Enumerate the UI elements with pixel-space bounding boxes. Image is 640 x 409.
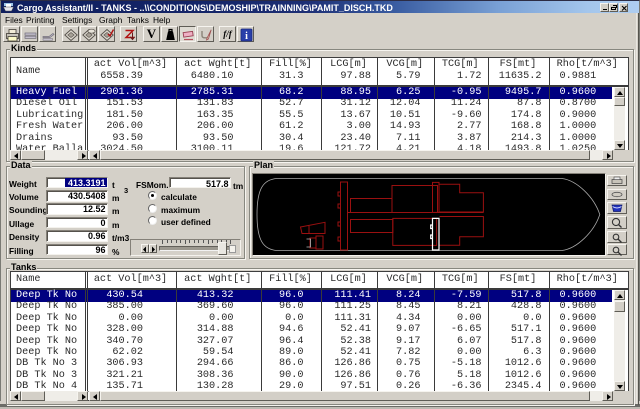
svg-text:i: i: [245, 31, 248, 42]
